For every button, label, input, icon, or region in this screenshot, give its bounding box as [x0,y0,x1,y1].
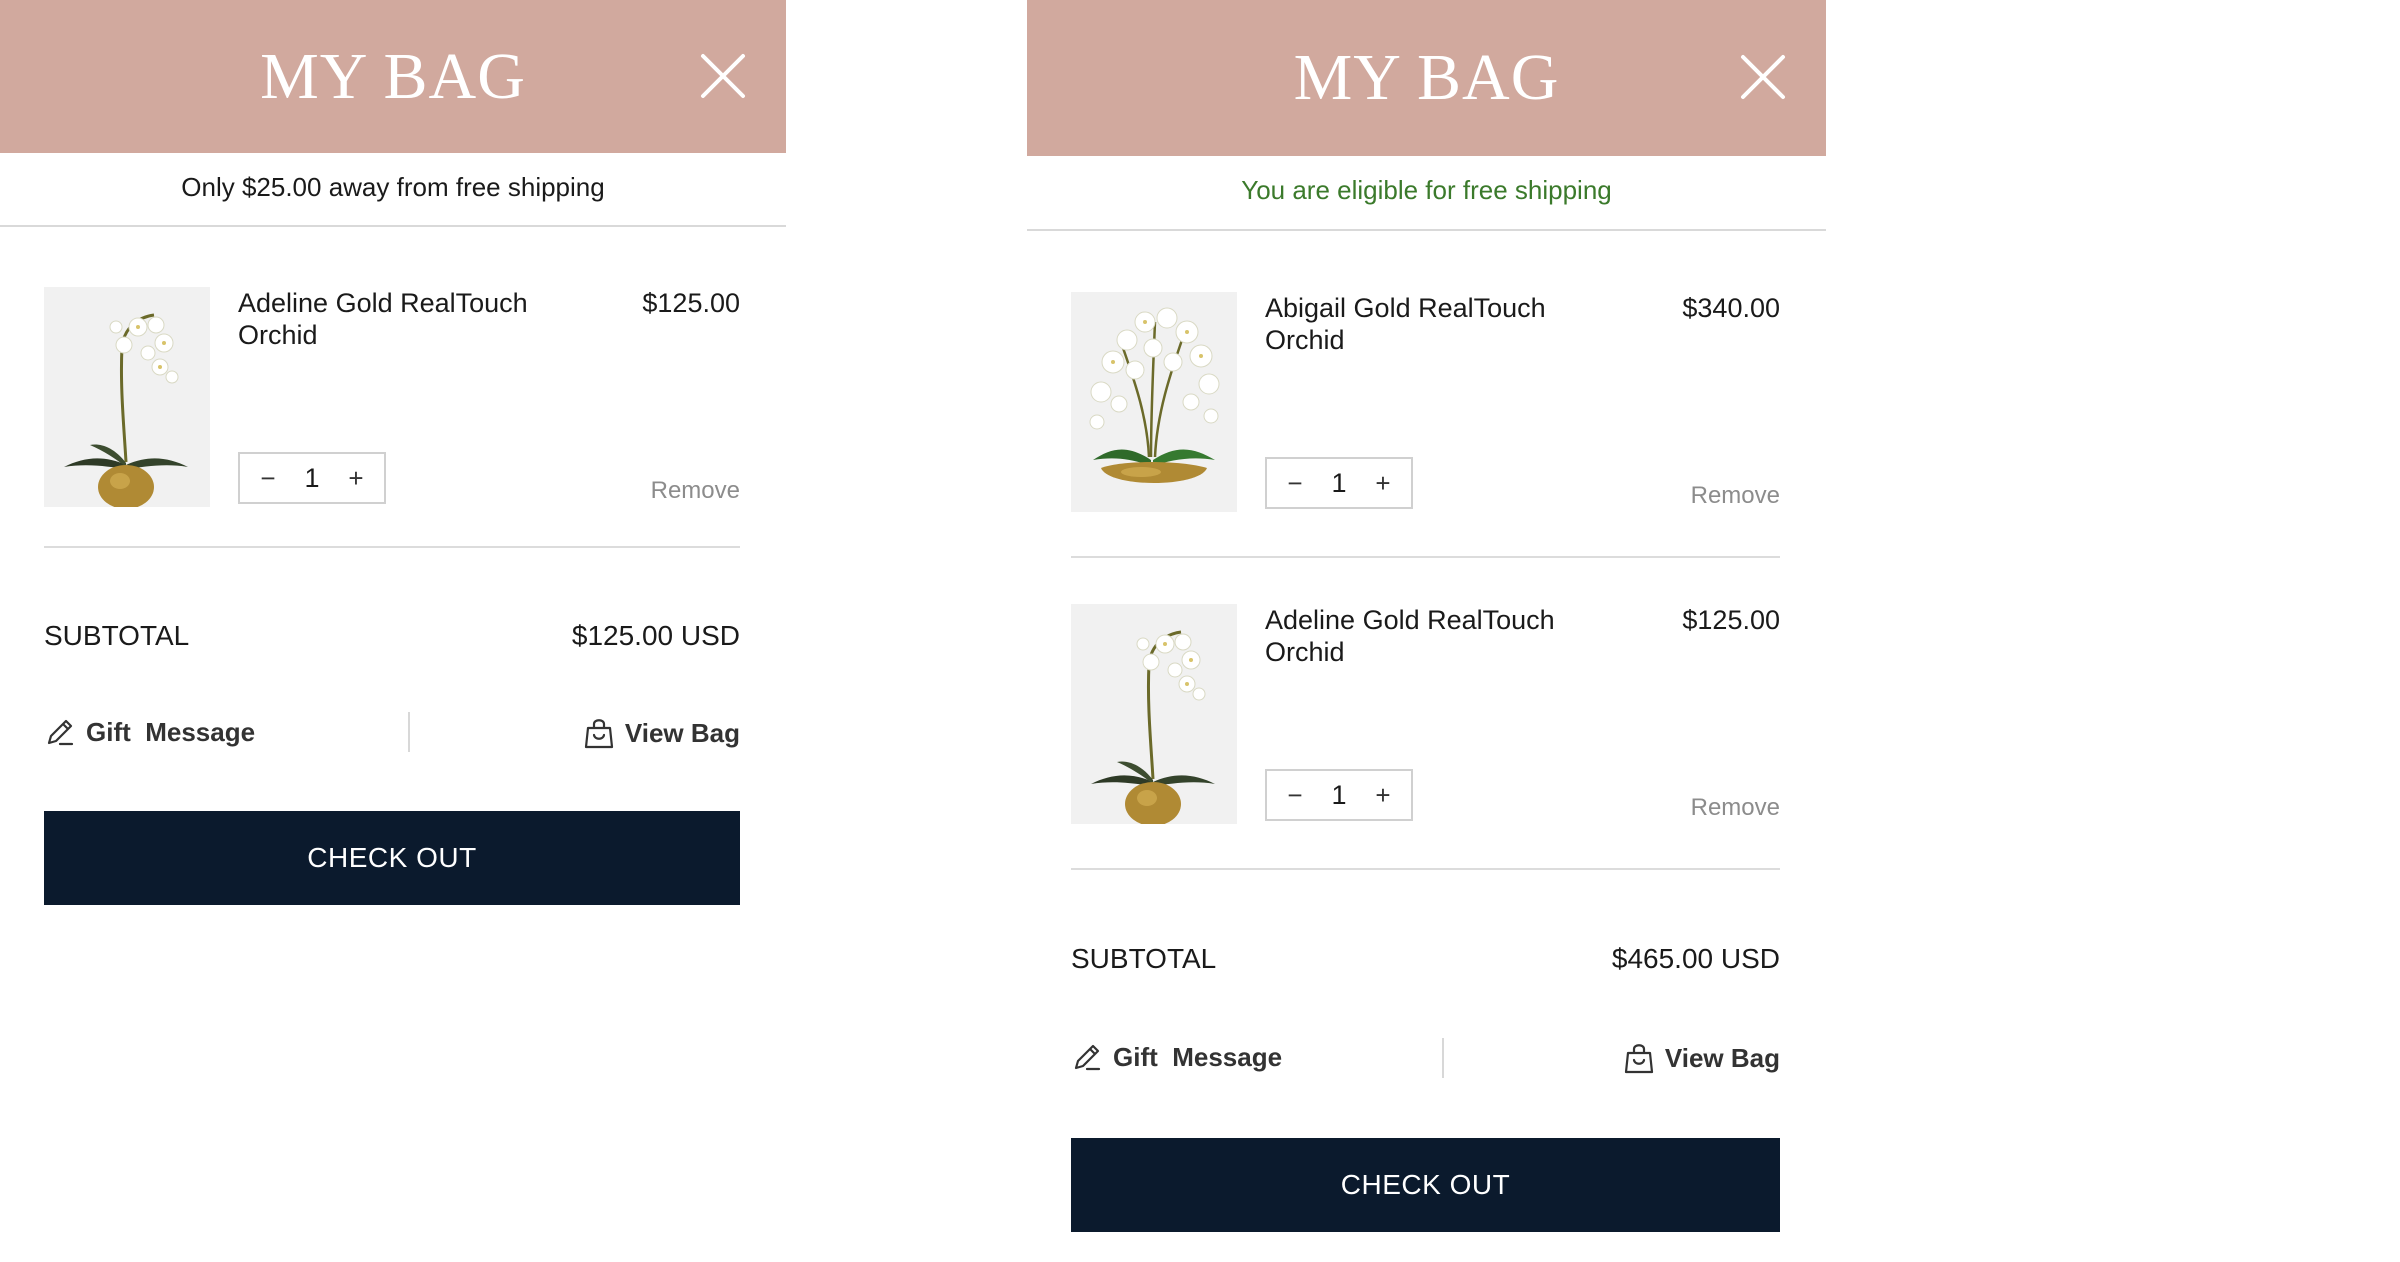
view-bag-label: View Bag [1664,1042,1780,1073]
product-image[interactable] [44,287,210,507]
pencil-icon [44,716,86,748]
divider [1071,868,1780,870]
cart-drawer-two-items: MY BAG You are eligible for free shippin… [1027,0,1826,1262]
subtotal-label: SUBTOTAL [44,620,190,651]
close-icon[interactable] [1740,54,1786,100]
bag-header: MY BAG [0,0,786,153]
product-name[interactable]: Abigail Gold RealTouch Orchid [1265,292,1595,356]
remove-item-link[interactable]: Remove [1691,482,1780,510]
decrease-quantity-button[interactable]: − [1283,782,1307,808]
product-name[interactable]: Adeline Gold RealTouch Orchid [1265,604,1595,668]
gift-message-link[interactable]: Gift Message [1071,1041,1282,1073]
quantity-stepper: − 1 + [1265,769,1413,821]
gift-message-label: Gift Message [86,716,256,747]
bag-title: MY BAG [1293,41,1560,114]
divider [1071,556,1780,558]
view-bag-label: View Bag [624,717,740,748]
divider [408,712,410,752]
quantity-stepper: − 1 + [238,452,386,504]
quantity-value[interactable]: 1 [1331,468,1346,499]
gift-message-link[interactable]: Gift Message [44,716,255,748]
increase-quantity-button[interactable]: + [1371,782,1395,808]
subtotal-value: $465.00 USD [1611,943,1780,974]
bag-title: MY BAG [260,39,526,113]
decrease-quantity-button[interactable]: − [1283,470,1307,496]
divider [1442,1038,1444,1078]
product-price: $125.00 [1682,605,1780,635]
product-price: $125.00 [642,288,740,318]
decrease-quantity-button[interactable]: − [256,465,280,491]
close-icon[interactable] [700,53,746,99]
subtotal-label: SUBTOTAL [1071,943,1217,974]
view-bag-link[interactable]: View Bag [1623,1041,1780,1075]
subtotal-value: $125.00 USD [571,620,740,651]
divider [1027,229,1826,231]
remove-item-link[interactable]: Remove [651,477,740,505]
remove-item-link[interactable]: Remove [1691,794,1780,822]
shopping-bag-icon [583,716,625,750]
cart-item: Adeline Gold RealTouch Orchid $125.00 − … [44,287,740,517]
shipping-message: You are eligible for free shipping [1241,175,1612,205]
bag-header: MY BAG [1027,0,1826,156]
checkout-button[interactable]: CHECK OUT [44,811,740,905]
product-price: $340.00 [1682,293,1780,323]
increase-quantity-button[interactable]: + [344,465,368,491]
pencil-icon [1071,1041,1113,1073]
cart-drawer-one-item: MY BAG Only $25.00 away from free shippi… [0,0,786,1262]
divider [0,225,786,227]
view-bag-link[interactable]: View Bag [583,716,740,750]
product-name[interactable]: Adeline Gold RealTouch Orchid [238,287,568,351]
divider [44,546,740,548]
quantity-value[interactable]: 1 [304,463,319,494]
product-image[interactable] [1071,292,1237,512]
cart-item: Adeline Gold RealTouch Orchid $125.00 − … [1071,604,1780,834]
quantity-value[interactable]: 1 [1331,780,1346,811]
product-image[interactable] [1071,604,1237,824]
cart-item: Abigail Gold RealTouch Orchid $340.00 − … [1071,292,1780,522]
increase-quantity-button[interactable]: + [1371,470,1395,496]
gift-message-label: Gift Message [1113,1041,1283,1072]
checkout-button[interactable]: CHECK OUT [1071,1138,1780,1232]
quantity-stepper: − 1 + [1265,457,1413,509]
shipping-message: Only $25.00 away from free shipping [181,172,605,202]
shopping-bag-icon [1623,1041,1665,1075]
